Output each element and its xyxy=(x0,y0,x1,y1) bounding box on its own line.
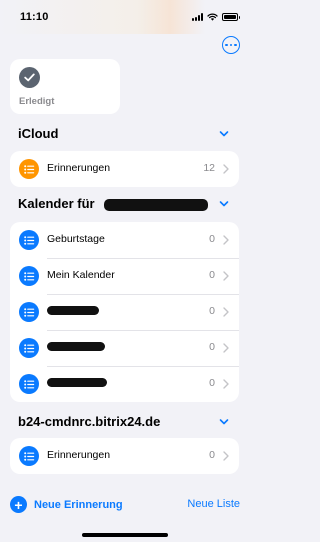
list-item-erinnerungen-icloud[interactable]: Erinnerungen 12 xyxy=(10,151,239,187)
smart-list-label: Erledigt xyxy=(19,96,55,107)
list-group-calendar: Geburtstage 0 Mein Kalender 0 0 0 0 xyxy=(10,222,239,402)
redacted-text xyxy=(47,306,99,315)
redacted-text xyxy=(104,199,208,211)
chevron-right-icon xyxy=(223,451,229,461)
smart-list-completed[interactable]: Erledigt xyxy=(10,59,120,114)
list-item-label: Mein Kalender xyxy=(47,269,115,281)
list-bullets-icon xyxy=(19,230,39,250)
battery-icon xyxy=(222,13,240,21)
chevron-right-icon xyxy=(223,379,229,389)
list-item-redacted-1[interactable]: 0 xyxy=(10,294,239,330)
list-item-label: Geburtstage xyxy=(47,233,105,245)
more-options-button[interactable] xyxy=(222,36,240,54)
list-bullets-icon xyxy=(19,266,39,286)
section-title-icloud: iCloud xyxy=(18,126,59,141)
list-group-icloud: Erinnerungen 12 xyxy=(10,151,239,187)
list-item-geburtstage[interactable]: Geburtstage 0 xyxy=(10,222,239,258)
list-item-count: 0 xyxy=(209,269,215,281)
cellular-signal-icon xyxy=(192,13,203,21)
status-time: 11:10 xyxy=(20,11,49,23)
list-bullets-icon xyxy=(19,338,39,358)
chevron-right-icon xyxy=(223,271,229,281)
checkmark-icon xyxy=(19,67,40,88)
home-indicator[interactable] xyxy=(82,533,168,537)
section-title-calendar: Kalender für xyxy=(18,196,95,211)
new-reminder-label: Neue Erinnerung xyxy=(34,498,123,511)
chevron-down-icon[interactable] xyxy=(219,417,229,427)
list-item-redacted-2[interactable]: 0 xyxy=(10,330,239,366)
list-item-count: 0 xyxy=(209,377,215,389)
list-item-label: Erinnerungen xyxy=(47,449,111,461)
list-item-mein-kalender[interactable]: Mein Kalender 0 xyxy=(10,258,239,294)
new-list-button[interactable]: Neue Liste xyxy=(187,498,240,510)
list-bullets-icon xyxy=(19,446,39,466)
section-title-bitrix: b24-cmdnrc.bitrix24.de xyxy=(18,414,161,429)
list-item-erinnerungen-bitrix[interactable]: Erinnerungen 0 xyxy=(10,438,239,474)
list-bullets-icon xyxy=(19,374,39,394)
status-bar: 11:10 xyxy=(0,0,250,34)
chevron-right-icon xyxy=(223,164,229,174)
plus-icon: + xyxy=(10,496,27,513)
bottom-toolbar: + Neue Erinnerung Neue Liste xyxy=(0,490,250,520)
list-item-count: 12 xyxy=(203,162,215,174)
status-icons xyxy=(192,13,240,21)
new-reminder-button[interactable]: + Neue Erinnerung xyxy=(10,496,123,513)
chevron-right-icon xyxy=(223,343,229,353)
chevron-down-icon[interactable] xyxy=(219,199,229,209)
list-item-count: 0 xyxy=(209,305,215,317)
redacted-text xyxy=(47,378,107,387)
list-item-redacted-3[interactable]: 0 xyxy=(10,366,239,402)
list-item-count: 0 xyxy=(209,233,215,245)
list-item-count: 0 xyxy=(209,341,215,353)
list-group-bitrix: Erinnerungen 0 xyxy=(10,438,239,474)
list-item-count: 0 xyxy=(209,449,215,461)
list-bullets-icon xyxy=(19,302,39,322)
list-item-label: Erinnerungen xyxy=(47,162,111,174)
chevron-right-icon xyxy=(223,307,229,317)
wifi-icon xyxy=(207,13,218,21)
list-bullets-icon xyxy=(19,159,39,179)
redacted-text xyxy=(47,342,105,351)
chevron-down-icon[interactable] xyxy=(219,129,229,139)
chevron-right-icon xyxy=(223,235,229,245)
